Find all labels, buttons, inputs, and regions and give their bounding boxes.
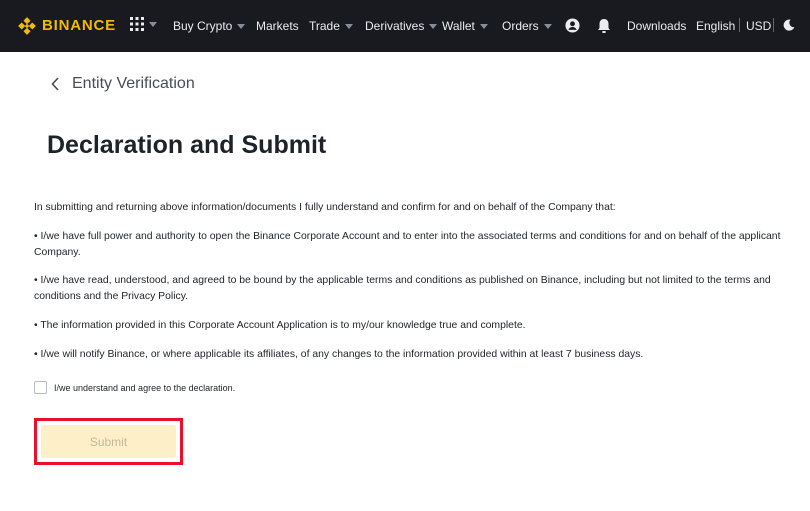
bell-icon[interactable]	[597, 18, 611, 34]
nav-orders-label: Orders	[502, 19, 539, 33]
nav-buy-crypto-label: Buy Crypto	[173, 19, 233, 33]
declaration-item: • I/we will notify Binance, or where app…	[34, 349, 644, 360]
nav-trade[interactable]: Trade	[309, 0, 353, 52]
brand-name: BINANCE	[42, 17, 116, 34]
back-link[interactable]: Entity Verification	[50, 74, 195, 94]
apps-grid-icon	[130, 17, 144, 31]
nav-markets[interactable]: Markets	[256, 0, 299, 52]
chevron-down-icon	[149, 21, 157, 27]
nav-markets-label: Markets	[256, 19, 299, 33]
chevron-down-icon	[344, 23, 353, 29]
nav-orders[interactable]: Orders	[502, 0, 552, 52]
chevron-left-icon	[51, 77, 59, 91]
nav-divider	[739, 18, 740, 32]
declaration-intro: In submitting and returning above inform…	[34, 202, 616, 213]
chevron-down-icon	[543, 23, 552, 29]
moon-icon[interactable]	[783, 19, 795, 31]
currency-selector[interactable]: USD	[746, 0, 771, 52]
declaration-item: • I/we have full power and authority to …	[34, 231, 781, 258]
agree-checkbox-row[interactable]: I/we understand and agree to the declara…	[34, 381, 235, 394]
submit-button[interactable]: Submit	[41, 425, 176, 458]
user-icon[interactable]	[565, 18, 580, 33]
language-selector[interactable]: English	[696, 0, 735, 52]
back-link-label: Entity Verification	[72, 75, 195, 92]
nav-buy-crypto[interactable]: Buy Crypto	[173, 0, 246, 52]
nav-trade-label: Trade	[309, 19, 340, 33]
nav-derivatives[interactable]: Derivatives	[365, 0, 438, 52]
nav-divider	[773, 18, 774, 32]
nav-derivatives-label: Derivatives	[365, 19, 425, 33]
binance-logo-icon	[18, 17, 36, 35]
nav-wallet[interactable]: Wallet	[442, 0, 488, 52]
declaration-item: • I/we have read, understood, and agreed…	[34, 275, 771, 302]
agree-checkbox-label[interactable]: I/we understand and agree to the declara…	[54, 383, 235, 393]
top-nav: BINANCE Buy Crypto Markets Trade Derivat…	[0, 0, 810, 52]
chevron-down-icon	[237, 23, 246, 29]
submit-highlight-frame: Submit	[34, 418, 183, 465]
language-label: English	[696, 19, 736, 33]
chevron-down-icon	[479, 23, 488, 29]
declaration-item: • The information provided in this Corpo…	[34, 320, 526, 331]
binance-logo[interactable]: BINANCE	[17, 16, 116, 36]
nav-downloads-label: Downloads	[627, 19, 687, 33]
page-title: Declaration and Submit	[47, 131, 327, 159]
apps-menu-button[interactable]	[130, 17, 157, 31]
agree-checkbox[interactable]	[34, 381, 47, 394]
currency-label: USD	[746, 19, 772, 33]
nav-downloads[interactable]: Downloads	[627, 0, 686, 52]
nav-wallet-label: Wallet	[442, 19, 475, 33]
chevron-down-icon	[429, 23, 438, 29]
